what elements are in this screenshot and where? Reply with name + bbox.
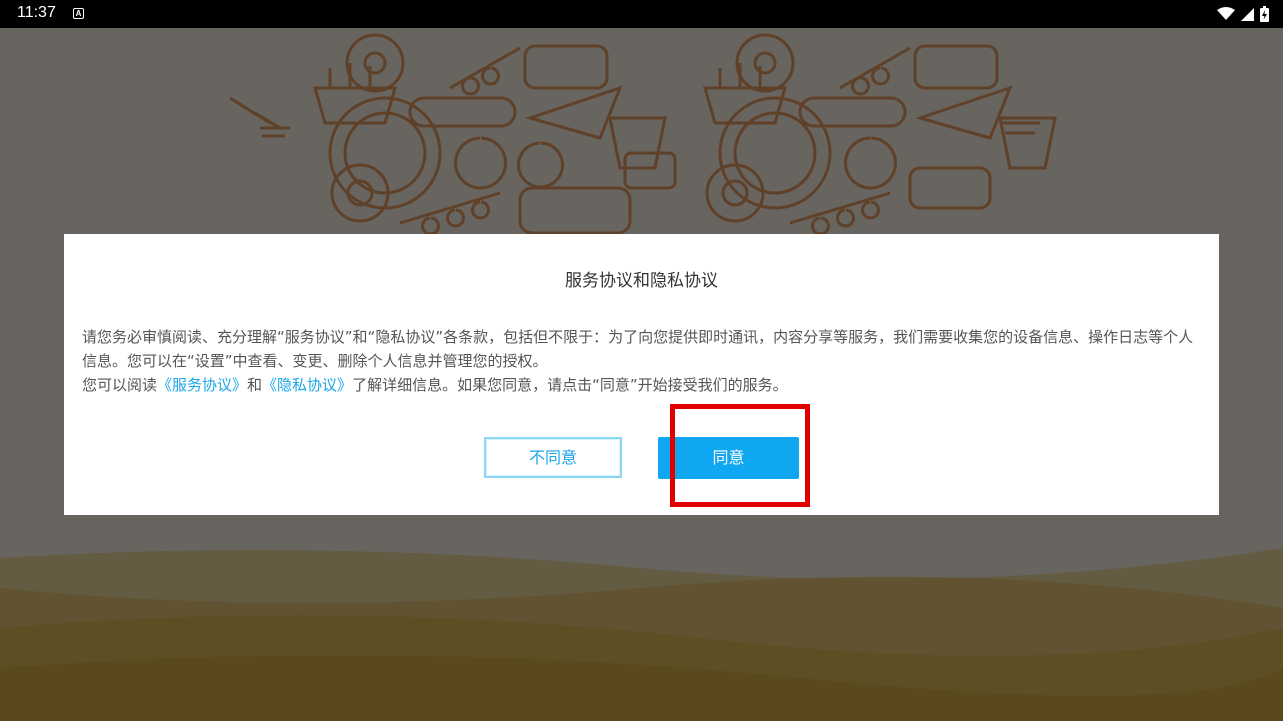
status-bar: 11:37 A	[0, 0, 1283, 28]
p2-prefix: 您可以阅读	[82, 376, 158, 394]
agree-button[interactable]: 同意	[658, 437, 799, 479]
status-icons	[1217, 6, 1269, 22]
disagree-button[interactable]: 不同意	[484, 437, 622, 478]
dialog-paragraph-2: 您可以阅读《服务协议》和《隐私协议》了解详细信息。如果您同意，请点击“同意”开始…	[82, 373, 1202, 397]
p2-and: 和	[247, 376, 263, 394]
dialog-title: 服务协议和隐私协议	[565, 271, 718, 291]
wifi-icon	[1217, 7, 1235, 20]
p2-suffix: 了解详细信息。如果您同意，请点击“同意”开始接受我们的服务。	[352, 376, 788, 394]
privacy-agreement-link[interactable]: 《隐私协议》	[262, 376, 352, 394]
app-screen: 11:37 A 服务协议和隐私协议 请您务必审慎阅读、充分理解“服务协议”和“隐…	[0, 0, 1283, 721]
a-box-icon: A	[73, 8, 84, 19]
privacy-dialog: 服务协议和隐私协议 请您务必审慎阅读、充分理解“服务协议”和“隐私协议”各条款，…	[64, 234, 1219, 515]
status-time: 11:37	[17, 4, 56, 21]
service-agreement-link[interactable]: 《服务协议》	[157, 376, 247, 394]
dialog-body: 请您务必审慎阅读、充分理解“服务协议”和“隐私协议”各条款，包括但不限于：为了向…	[82, 325, 1202, 397]
dialog-paragraph-1: 请您务必审慎阅读、充分理解“服务协议”和“隐私协议”各条款，包括但不限于：为了向…	[82, 328, 1194, 370]
cell-signal-icon	[1241, 7, 1254, 21]
battery-icon	[1260, 6, 1269, 22]
